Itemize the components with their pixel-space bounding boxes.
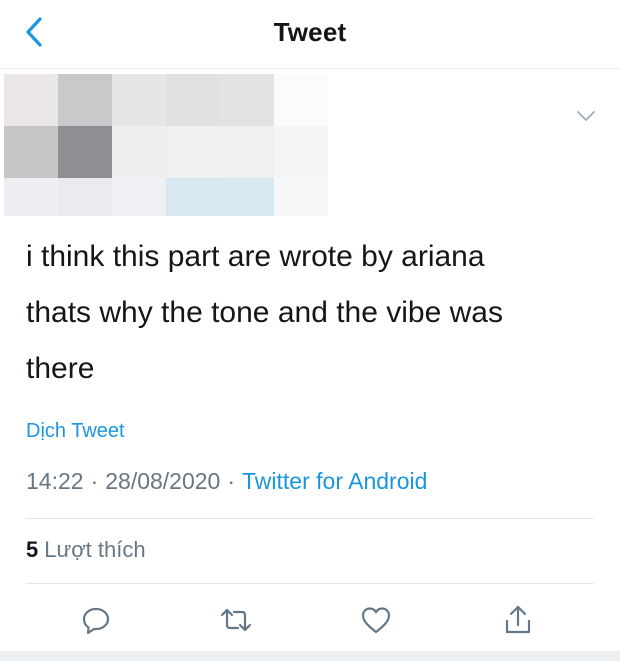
likes-label: Lượt thích [44, 537, 146, 562]
likes-count: 5 [26, 537, 39, 562]
bottom-edge [0, 651, 620, 661]
retweet-button[interactable] [214, 600, 258, 644]
likes-stat[interactable]: 5 Lượt thích [26, 537, 146, 563]
like-button[interactable] [354, 600, 398, 644]
divider [26, 583, 594, 584]
meta-separator: · [227, 468, 236, 494]
top-bar: Tweet [0, 0, 620, 69]
tweet-date: 28/08/2020 [105, 468, 221, 494]
tweet-detail-screen: Tweet i think this part are wrote by ari… [0, 0, 620, 661]
tweet-time: 14:22 [26, 468, 84, 494]
heart-icon [360, 605, 392, 640]
translate-tweet-link[interactable]: Dịch Tweet [26, 420, 125, 443]
share-icon [503, 604, 533, 641]
tweet-options-button[interactable] [574, 106, 598, 130]
tweet-text: i think this part are wrote by ariana th… [26, 240, 503, 385]
tweet-source-link[interactable]: Twitter for Android [242, 468, 427, 494]
tweet-meta: 14:22 · 28/08/2020 · Twitter for Android [26, 468, 427, 495]
author-avatar-blurred[interactable] [4, 74, 328, 224]
divider [26, 518, 594, 519]
reply-button[interactable] [74, 600, 118, 644]
action-bar [0, 600, 620, 644]
reply-icon [81, 605, 111, 640]
meta-separator: · [90, 468, 99, 494]
chevron-down-icon [576, 109, 596, 128]
retweet-icon [219, 605, 253, 640]
page-title: Tweet [273, 17, 347, 47]
share-button[interactable] [496, 600, 540, 644]
pixelated-author-info [4, 74, 328, 216]
